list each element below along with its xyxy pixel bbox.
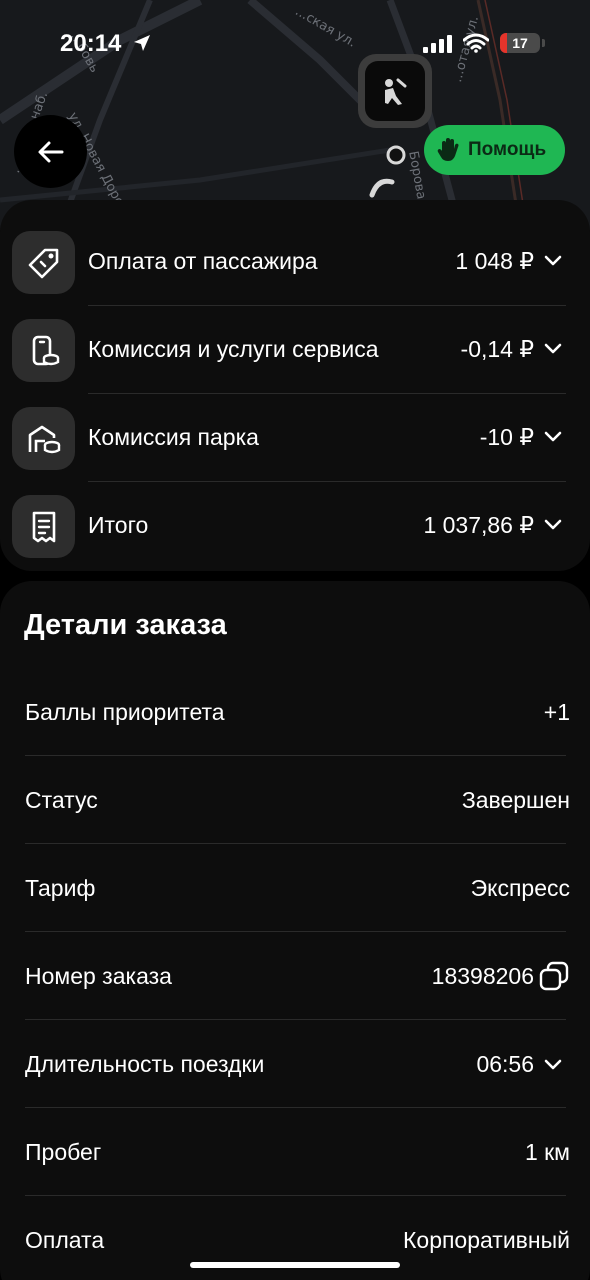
tag-icon (12, 231, 75, 294)
battery-level: 17 (512, 35, 528, 51)
status-bar: 20:14 17 (0, 0, 590, 88)
detail-value: Экспресс (470, 875, 570, 901)
status-time: 20:14 (60, 30, 122, 57)
detail-label: Тариф (25, 875, 96, 901)
wifi-icon (462, 33, 490, 58)
person-waving-icon (385, 78, 407, 105)
detail-row-mileage: Пробег 1 км (0, 1108, 590, 1196)
breakdown-value: -0,14 ₽ (460, 336, 534, 362)
help-button[interactable]: Помощь (424, 125, 565, 175)
battery-icon: 17 (500, 33, 540, 53)
chevron-down-icon (544, 430, 562, 448)
detail-row-trip-duration[interactable]: Длительность поездки 06:56 (0, 1020, 590, 1108)
chevron-down-icon (544, 254, 562, 272)
breakdown-value: 1 037,86 ₽ (423, 512, 534, 538)
copy-icon[interactable] (538, 960, 570, 997)
detail-row-status: Статус Завершен (0, 756, 590, 844)
detail-value: +1 (543, 699, 570, 725)
breakdown-label: Комиссия парка (88, 424, 259, 450)
driver-location-marker (358, 54, 432, 128)
breakdown-row-total[interactable]: Итого 1 037,86 ₽ (0, 464, 590, 558)
breakdown-label: Итого (88, 512, 149, 538)
breakdown-row-park-commission[interactable]: Комиссия парка -10 ₽ (0, 376, 590, 482)
detail-value: 06:56 (476, 1051, 534, 1077)
chevron-down-icon (544, 518, 562, 536)
garage-coin-icon (12, 407, 75, 470)
detail-label: Номер заказа (25, 963, 172, 989)
detail-label: Оплата (25, 1227, 105, 1253)
breakdown-row-service-commission[interactable]: Комиссия и услуги сервиса -0,14 ₽ (0, 288, 590, 394)
breakdown-row-passenger-payment[interactable]: Оплата от пассажира 1 048 ₽ (0, 200, 590, 306)
detail-label: Баллы приоритета (25, 699, 225, 725)
detail-label: Длительность поездки (25, 1051, 265, 1077)
breakdown-value: -10 ₽ (479, 424, 534, 450)
breakdown-label: Оплата от пассажира (88, 248, 318, 274)
battery-cap (542, 39, 545, 47)
chevron-down-icon (544, 342, 562, 360)
order-details-card: Детали заказа Баллы приоритета +1 Статус… (0, 581, 590, 1280)
detail-label: Пробег (25, 1139, 102, 1165)
chevron-down-icon (544, 1058, 562, 1076)
back-button[interactable] (14, 115, 87, 188)
phone-coin-icon (12, 319, 75, 382)
detail-value: Корпоративный (403, 1227, 570, 1253)
cellular-signal-icon (423, 35, 453, 58)
detail-label: Статус (25, 787, 98, 813)
detail-row-order-number: Номер заказа 18398206 (0, 932, 590, 1020)
breakdown-label: Комиссия и услуги сервиса (88, 336, 379, 362)
section-title: Детали заказа (24, 609, 227, 641)
payment-breakdown-card: Оплата от пассажира 1 048 ₽ Комиссия и у… (0, 200, 590, 571)
location-arrow-icon (132, 33, 152, 58)
receipt-icon (12, 495, 75, 558)
detail-value: 18398206 (431, 963, 534, 989)
detail-value: Завершен (461, 787, 570, 813)
home-indicator[interactable] (190, 1262, 400, 1268)
detail-row-priority-points: Баллы приоритета +1 (0, 668, 590, 756)
help-button-label: Помощь (468, 139, 547, 160)
arrow-left-icon (38, 141, 63, 162)
detail-row-tariff: Тариф Экспресс (0, 844, 590, 932)
hand-wave-icon (437, 138, 459, 161)
detail-value: 1 км (524, 1139, 570, 1165)
breakdown-value: 1 048 ₽ (455, 248, 534, 274)
